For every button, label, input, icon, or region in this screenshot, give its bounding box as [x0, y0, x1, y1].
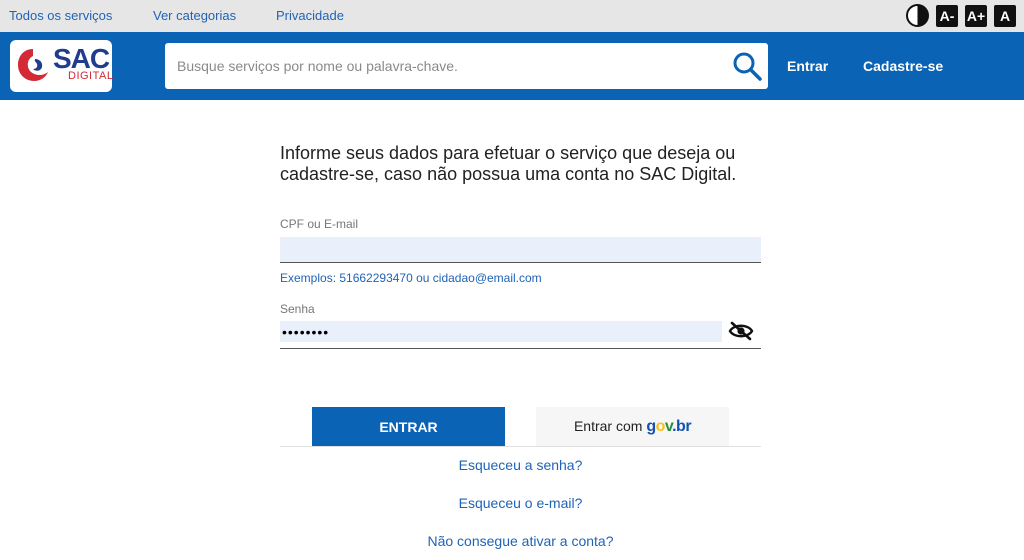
search-input[interactable] — [177, 43, 717, 89]
search-bar — [165, 43, 768, 89]
govbr-logo: gov.br — [646, 417, 692, 435]
header-signup-link[interactable]: Cadastre-se — [863, 58, 943, 74]
link-all-services[interactable]: Todos os serviços — [9, 8, 112, 23]
forgot-email-link[interactable]: Esqueceu o e-mail? — [280, 495, 761, 511]
logo-subtext: DIGITAL — [68, 70, 114, 82]
page-title: Informe seus dados para efetuar o serviç… — [280, 143, 737, 184]
logo-mark-icon — [18, 49, 48, 81]
forgot-password-link[interactable]: Esqueceu a senha? — [280, 457, 761, 473]
password-input[interactable] — [280, 321, 722, 342]
main-header: SAC DIGITAL Entrar Cadastre-se — [0, 32, 1024, 100]
font-increase-button[interactable]: A+ — [965, 5, 987, 27]
font-reset-button[interactable]: A — [994, 5, 1016, 27]
cannot-activate-link[interactable]: Não consegue ativar a conta? — [280, 533, 761, 549]
cpf-email-input[interactable] — [280, 237, 761, 263]
govbr-button-label: Entrar com — [573, 417, 643, 434]
top-utility-bar: Todos os serviços Ver categorias Privaci… — [0, 0, 1024, 32]
sac-digital-logo[interactable]: SAC DIGITAL — [10, 40, 114, 92]
govbr-login-button[interactable]: Entrar com gov.br — [536, 407, 729, 446]
link-privacy[interactable]: Privacidade — [276, 8, 344, 23]
cpf-hint: Exemplos: 51662293470 ou cidadao@email.c… — [280, 271, 542, 285]
search-icon[interactable] — [732, 51, 762, 81]
password-field-wrapper — [280, 321, 761, 349]
cpf-label: CPF ou E-mail — [280, 217, 359, 231]
password-label: Senha — [280, 302, 315, 316]
eye-off-icon[interactable] — [728, 321, 754, 341]
header-login-link[interactable]: Entrar — [787, 58, 828, 74]
link-categories[interactable]: Ver categorias — [153, 8, 236, 23]
divider — [280, 446, 761, 447]
contrast-toggle-icon[interactable] — [906, 4, 929, 27]
enter-button[interactable]: ENTRAR — [312, 407, 505, 446]
font-decrease-button[interactable]: A- — [936, 5, 958, 27]
